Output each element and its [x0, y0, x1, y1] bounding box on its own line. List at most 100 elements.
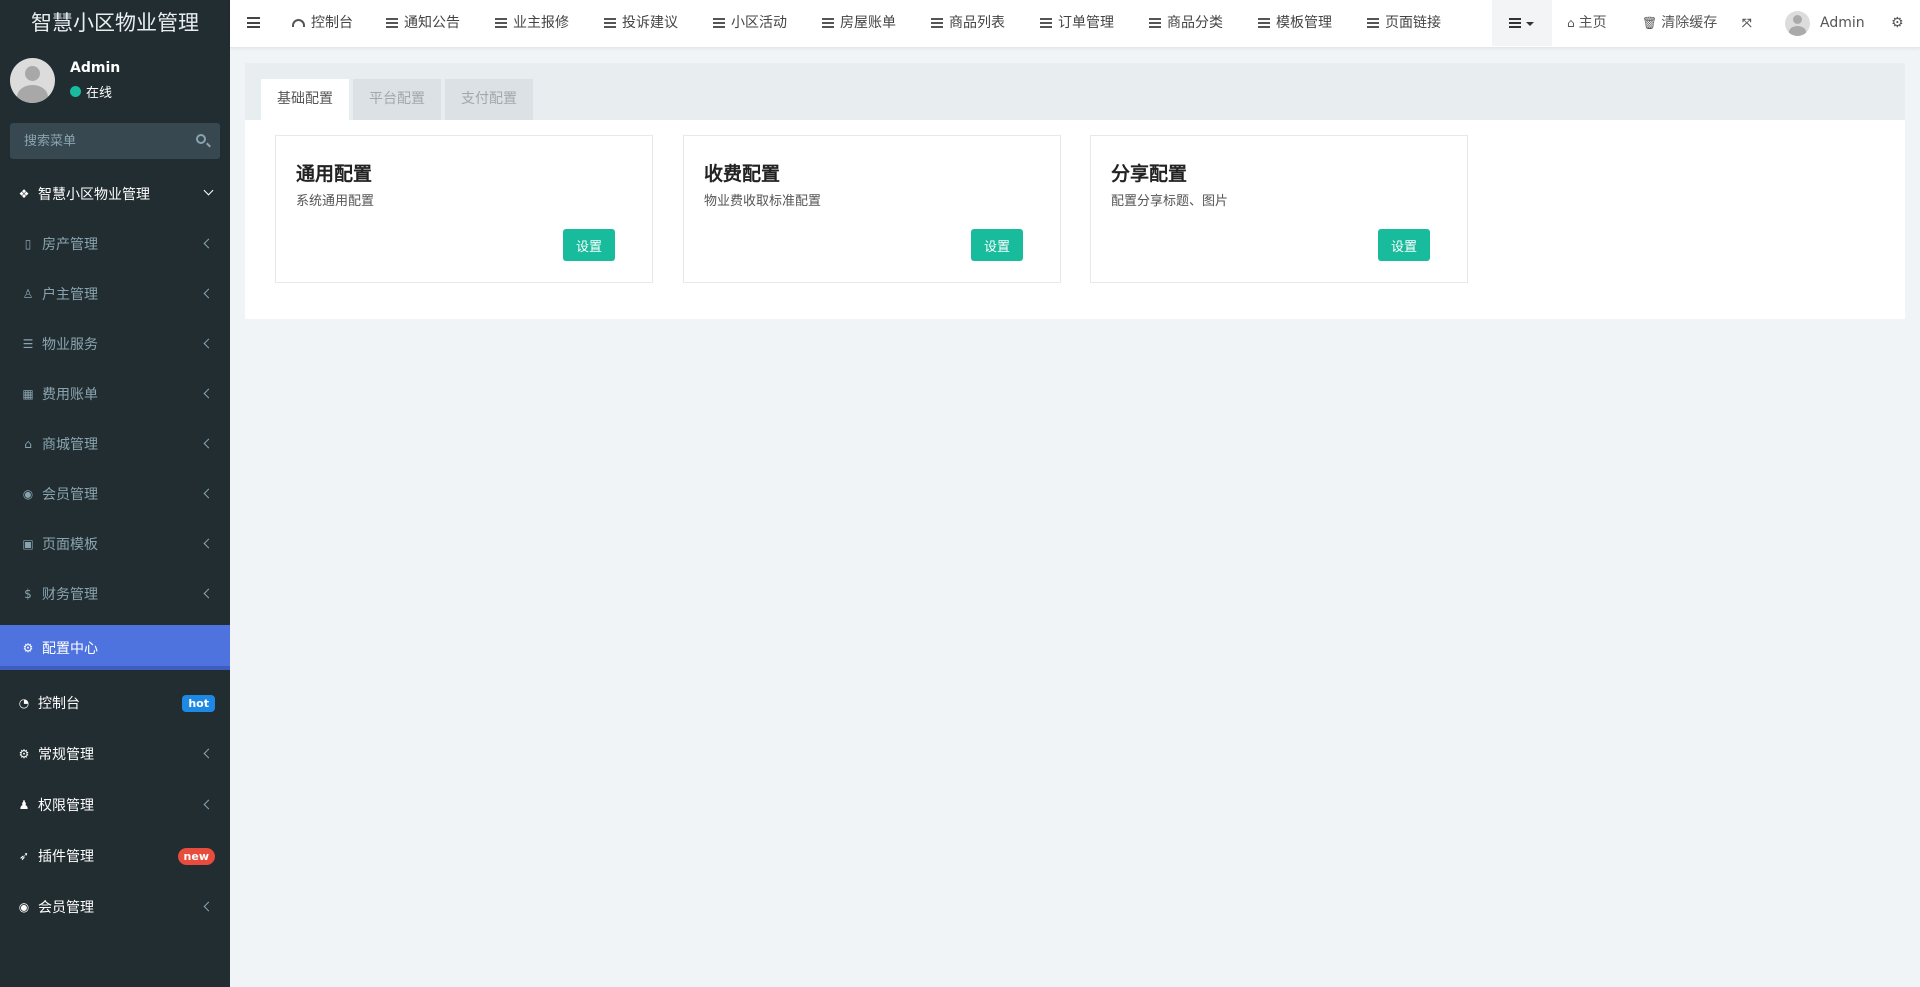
clear-cache-button[interactable]: 🗑 清除缓存 — [1642, 0, 1717, 46]
fullscreen-icon: ⤧ — [1742, 16, 1752, 30]
card-title: 分享配置 — [1111, 163, 1188, 185]
sidebar-item-label: 物业服务 — [42, 337, 98, 353]
fee-settings-button[interactable]: 设置 — [971, 229, 1023, 261]
card-title: 收费配置 — [704, 163, 781, 185]
cubes-icon: ❖ — [18, 187, 30, 201]
list-icon — [604, 18, 616, 28]
dashboard-icon — [292, 19, 305, 27]
nav-label: 商品列表 — [949, 15, 1005, 31]
nav-categories[interactable]: 商品分类 — [1149, 0, 1223, 46]
card-title: 通用配置 — [296, 163, 373, 185]
sidebar-item-owners[interactable]: ♙ 户主管理 — [0, 274, 230, 314]
gears-icon: ⚙ — [18, 747, 30, 761]
chevron-left-icon — [203, 388, 214, 399]
basket-icon: ⌂ — [24, 437, 32, 451]
sidebar-item-services[interactable]: ☰ 物业服务 — [0, 324, 230, 364]
sidebar-item-label: 商城管理 — [42, 437, 98, 453]
nav-orders[interactable]: 订单管理 — [1040, 0, 1114, 46]
chevron-left-icon — [203, 488, 214, 499]
dollar-icon: $ — [24, 587, 32, 601]
more-menu-dropdown[interactable] — [1492, 0, 1552, 46]
user-avatar-small — [1785, 10, 1810, 36]
new-badge: new — [177, 848, 215, 865]
nav-template-mgmt[interactable]: 模板管理 — [1258, 0, 1332, 46]
dashboard-icon: ◔ — [18, 696, 30, 710]
sidebar-item-label: 常规管理 — [38, 747, 94, 763]
search-icon[interactable] — [196, 134, 206, 144]
list-icon — [713, 18, 725, 28]
sidebar-item-plugins[interactable]: ➶ 插件管理 new — [0, 836, 230, 876]
sidebar-item-label: 权限管理 — [38, 798, 94, 814]
sidebar-toggle-icon[interactable] — [247, 17, 260, 28]
nav-label: 控制台 — [311, 15, 353, 31]
chevron-left-icon — [203, 338, 214, 349]
clear-cache-label: 清除缓存 — [1661, 15, 1718, 31]
sidebar-item-config-center[interactable]: ⚙ 配置中心 — [0, 625, 230, 670]
caret-down-icon — [1526, 22, 1534, 26]
nav-house-bills[interactable]: 房屋账单 — [822, 0, 896, 46]
sidebar-item-templates[interactable]: ▣ 页面模板 — [0, 524, 230, 564]
sidebar-item-permissions[interactable]: ♟ 权限管理 — [0, 785, 230, 825]
sidebar-item-finance[interactable]: $ 财务管理 — [0, 574, 230, 614]
nav-products[interactable]: 商品列表 — [931, 0, 1005, 46]
app-logo[interactable]: 智慧小区物业管理 — [0, 0, 230, 48]
home-link[interactable]: ⌂ 主页 — [1567, 0, 1607, 46]
card-desc: 配置分享标题、图片 — [1111, 194, 1229, 209]
chevron-left-icon — [203, 538, 214, 549]
home-label: 主页 — [1578, 15, 1607, 31]
list-icon — [822, 18, 834, 28]
nav-repairs[interactable]: 业主报修 — [495, 0, 569, 46]
nav-label: 模板管理 — [1276, 15, 1332, 31]
rocket-icon: ➶ — [18, 849, 30, 863]
chevron-left-icon — [203, 901, 214, 912]
card-desc: 物业费收取标准配置 — [704, 194, 822, 209]
sidebar-item-general[interactable]: ⚙ 常规管理 — [0, 734, 230, 774]
chevron-left-icon — [203, 799, 214, 810]
list-icon — [1509, 18, 1521, 28]
sidebar-item-bills[interactable]: ▦ 费用账单 — [0, 374, 230, 414]
sidebar-group-community[interactable]: ❖ 智慧小区物业管理 — [0, 174, 230, 214]
control-sidebar-button[interactable]: ⚙ — [1891, 0, 1908, 46]
nav-complaints[interactable]: 投诉建议 — [604, 0, 678, 46]
nav-dashboard[interactable]: 控制台 — [292, 0, 353, 46]
nav-activities[interactable]: 小区活动 — [713, 0, 787, 46]
sidebar-item-property[interactable]: ▯ 房产管理 — [0, 224, 230, 264]
sidebar-item-label: 户主管理 — [42, 287, 98, 303]
sidebar: 智慧小区物业管理 Admin 在线 ❖ 智慧小区物业管理 ▯ 房产管理 ♙ 户主… — [0, 0, 230, 987]
sidebar-item-members[interactable]: ◉ 会员管理 — [0, 474, 230, 514]
share-settings-button[interactable]: 设置 — [1378, 229, 1430, 261]
general-settings-button[interactable]: 设置 — [563, 229, 615, 261]
menu-search-input[interactable] — [10, 123, 190, 159]
chevron-left-icon — [203, 588, 214, 599]
nav-label: 商品分类 — [1167, 15, 1223, 31]
tab-platform-config[interactable]: 平台配置 — [353, 79, 441, 120]
chevron-left-icon — [203, 288, 214, 299]
user-circle-icon: ◉ — [18, 900, 30, 914]
chevron-down-icon — [203, 185, 214, 196]
nav-label: 业主报修 — [513, 15, 569, 31]
tab-basic-config[interactable]: 基础配置 — [261, 79, 349, 120]
server-icon: ☰ — [22, 337, 34, 351]
user-panel: Admin 在线 — [0, 48, 230, 120]
image-icon: ▣ — [22, 537, 34, 551]
sidebar-item-dashboard[interactable]: ◔ 控制台 hot — [0, 683, 230, 723]
config-card-share: 分享配置 配置分享标题、图片 设置 — [1090, 135, 1468, 283]
sidebar-item-members-top[interactable]: ◉ 会员管理 — [0, 887, 230, 927]
nav-label: 通知公告 — [404, 15, 460, 31]
sidebar-item-label: 房产管理 — [42, 237, 98, 253]
chevron-left-icon — [203, 438, 214, 449]
fullscreen-button[interactable]: ⤧ — [1742, 0, 1756, 46]
tab-payment-config[interactable]: 支付配置 — [445, 79, 533, 120]
home-icon: ⌂ — [1567, 16, 1575, 30]
gear-icon: ⚙ — [22, 640, 34, 655]
nav-label: 投诉建议 — [622, 15, 678, 31]
users-icon: ♟ — [18, 798, 30, 812]
user-menu[interactable]: Admin — [1785, 0, 1865, 46]
nav-page-links[interactable]: 页面链接 — [1367, 0, 1441, 46]
nav-notices[interactable]: 通知公告 — [386, 0, 460, 46]
sidebar-item-mall[interactable]: ⌂ 商城管理 — [0, 424, 230, 464]
trash-icon: 🗑 — [1642, 16, 1658, 30]
nav-label: 房屋账单 — [840, 15, 896, 31]
sidebar-item-label: 插件管理 — [38, 849, 94, 865]
list-icon — [931, 18, 943, 28]
